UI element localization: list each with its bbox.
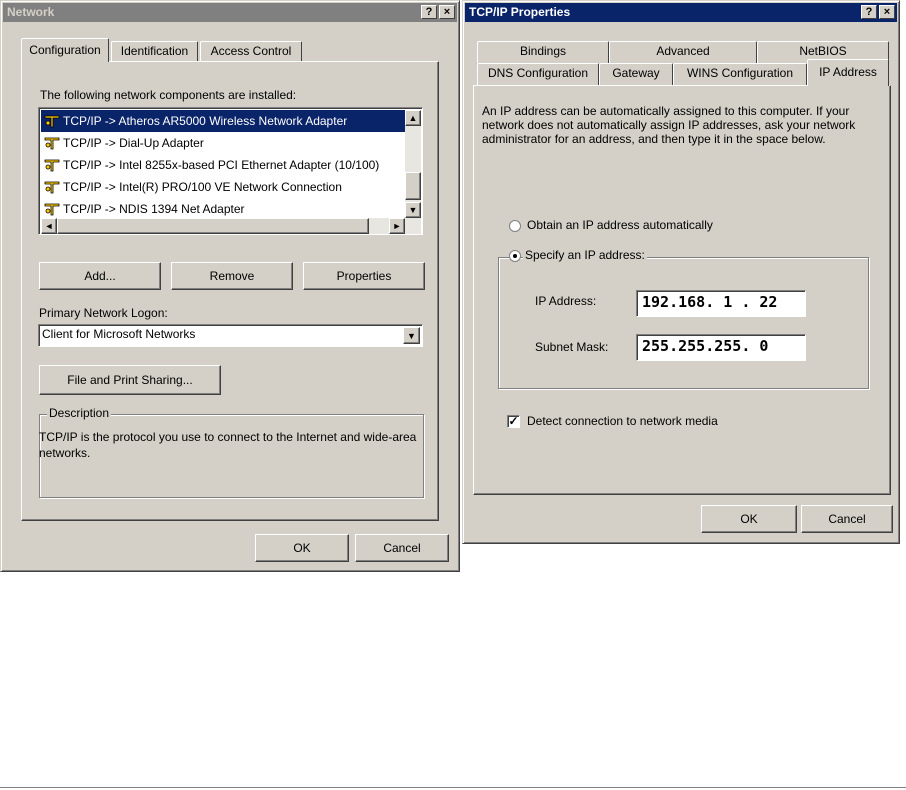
specify-ip-group <box>498 257 869 389</box>
component-label: TCP/IP -> Intel(R) PRO/100 VE Network Co… <box>63 180 342 194</box>
ip-intro-text: An IP address can be automatically assig… <box>482 104 856 146</box>
component-label: TCP/IP -> Dial-Up Adapter <box>63 136 204 150</box>
network-window: Network ? × Configuration Identification… <box>0 0 460 572</box>
help-icon[interactable]: ? <box>861 5 877 19</box>
close-icon[interactable]: × <box>879 5 895 19</box>
ip-address-label: IP Address: <box>535 294 597 308</box>
detect-media-label[interactable]: Detect connection to network media <box>527 414 718 428</box>
network-title: Network <box>7 5 55 19</box>
network-cancel-button[interactable]: Cancel <box>355 534 449 562</box>
tcpip-ok-button[interactable]: OK <box>701 505 797 533</box>
file-print-sharing-button[interactable]: File and Print Sharing... <box>39 365 221 395</box>
network-adapter-icon <box>44 137 60 150</box>
specify-ip-label[interactable]: Specify an IP address: <box>523 248 647 262</box>
tcpip-cancel-button[interactable]: Cancel <box>801 505 893 533</box>
page-divider <box>0 787 906 788</box>
tab-wins-configuration[interactable]: WINS Configuration <box>673 63 807 85</box>
arrow-left-icon[interactable]: ◄ <box>41 218 57 234</box>
ip-address-field[interactable]: 192.168. 1 . 22 <box>636 290 806 317</box>
subnet-mask-field[interactable]: 255.255.255. 0 <box>636 334 806 361</box>
tab-bindings[interactable]: Bindings <box>477 41 609 63</box>
component-label: TCP/IP -> NDIS 1394 Net Adapter <box>63 202 245 216</box>
arrow-down-icon[interactable]: ▼ <box>405 202 421 218</box>
list-item[interactable]: TCP/IP -> Intel(R) PRO/100 VE Network Co… <box>41 176 407 198</box>
network-adapter-icon <box>44 203 60 216</box>
network-adapter-icon <box>44 159 60 172</box>
help-icon[interactable]: ? <box>421 5 437 19</box>
obtain-ip-label[interactable]: Obtain an IP address automatically <box>527 218 713 232</box>
tab-dns-configuration[interactable]: DNS Configuration <box>477 63 599 85</box>
add-button[interactable]: Add... <box>39 262 161 290</box>
remove-button[interactable]: Remove <box>171 262 293 290</box>
list-item[interactable]: TCP/IP -> Intel 8255x-based PCI Ethernet… <box>41 154 407 176</box>
tab-ip-address[interactable]: IP Address <box>807 59 889 86</box>
tab-advanced[interactable]: Advanced <box>609 41 757 63</box>
components-list[interactable]: TCP/IP -> Atheros AR5000 Wireless Networ… <box>38 107 423 235</box>
list-item[interactable]: TCP/IP -> Dial-Up Adapter <box>41 132 407 154</box>
tcpip-window: TCP/IP Properties ? × Bindings Advanced … <box>462 0 900 544</box>
detect-media-checkbox[interactable]: ✓ <box>507 415 520 428</box>
properties-button[interactable]: Properties <box>303 262 425 290</box>
obtain-ip-radio[interactable] <box>509 220 521 232</box>
network-adapter-icon <box>44 181 60 194</box>
component-label: TCP/IP -> Intel 8255x-based PCI Ethernet… <box>63 158 380 172</box>
vertical-scrollbar[interactable]: ▲ ▼ <box>405 110 421 218</box>
tab-identification[interactable]: Identification <box>111 41 198 62</box>
list-item[interactable]: TCP/IP -> NDIS 1394 Net Adapter <box>41 198 407 220</box>
primary-logon-value: Client for Microsoft Networks <box>42 327 196 341</box>
installed-components-label: The following network components are ins… <box>40 88 297 102</box>
close-icon[interactable]: × <box>439 5 455 19</box>
specify-ip-radio[interactable] <box>509 250 521 262</box>
network-ok-button[interactable]: OK <box>255 534 349 562</box>
tcpip-titlebar[interactable]: TCP/IP Properties ? × <box>465 3 897 22</box>
tab-gateway[interactable]: Gateway <box>599 63 673 85</box>
tab-access-control[interactable]: Access Control <box>200 41 302 62</box>
network-titlebar[interactable]: Network ? × <box>3 3 457 22</box>
subnet-mask-label: Subnet Mask: <box>535 340 609 354</box>
network-adapter-icon <box>44 115 60 128</box>
description-text: TCP/IP is the protocol you use to connec… <box>39 430 417 460</box>
arrow-up-icon[interactable]: ▲ <box>405 110 421 126</box>
tcpip-title: TCP/IP Properties <box>469 5 571 19</box>
component-label: TCP/IP -> Atheros AR5000 Wireless Networ… <box>63 114 348 128</box>
list-item[interactable]: TCP/IP -> Atheros AR5000 Wireless Networ… <box>41 110 407 132</box>
horizontal-scrollbar[interactable]: ◄ ► <box>41 218 421 234</box>
tab-configuration[interactable]: Configuration <box>21 38 109 62</box>
primary-logon-label: Primary Network Logon: <box>39 306 168 320</box>
description-title: Description <box>47 406 112 420</box>
chevron-down-icon[interactable]: ▼ <box>403 327 420 344</box>
arrow-right-icon[interactable]: ► <box>389 218 405 234</box>
scrollbar-thumb[interactable] <box>405 172 421 200</box>
primary-logon-select[interactable]: Client for Microsoft Networks ▼ <box>38 324 423 347</box>
scrollbar-thumb[interactable] <box>57 218 369 234</box>
